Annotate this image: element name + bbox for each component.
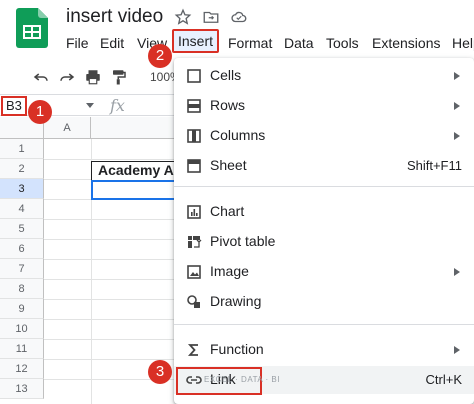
menu-file[interactable]: File [66,33,89,53]
menu-item-function[interactable]: Function [174,336,474,364]
rows-icon [187,99,201,113]
drawing-icon [187,295,200,308]
google-sheets-logo-icon[interactable] [16,8,48,48]
row-header[interactable]: 5 [0,219,44,239]
menu-item-label: Pivot table [210,233,276,249]
row-header[interactable]: 12 [0,359,44,379]
menu-data[interactable]: Data [284,33,314,53]
shortcut-label: Ctrl+K [425,372,462,387]
step-badge-1: 1 [28,100,52,124]
menu-separator [174,324,474,325]
cells-icon [187,69,201,83]
menu-item-cells[interactable]: Cells [174,62,474,90]
step-badge-2: 2 [148,44,172,68]
row-header[interactable]: 6 [0,239,44,259]
menu-item-label: Sheet [210,157,247,173]
menu-item-sheet[interactable]: Sheet Shift+F11 [174,152,474,180]
row-header[interactable]: 10 [0,319,44,339]
row-header[interactable]: 13 [0,379,44,399]
star-icon[interactable] [174,8,192,26]
fx-icon: fx [110,96,125,115]
sigma-icon [187,344,198,356]
menu-item-label: Image [210,263,249,279]
menu-item-label: Cells [210,67,242,83]
row-header[interactable]: 9 [0,299,44,319]
image-icon [187,265,201,279]
document-title[interactable]: insert video [66,6,163,28]
paint-format-icon[interactable] [110,68,128,86]
menu-item-chart[interactable]: Chart [174,198,474,226]
menu-help[interactable]: Help [452,33,474,53]
row-header[interactable]: 4 [0,199,44,219]
row-header[interactable]: 2 [0,159,44,179]
menu-item-columns[interactable]: Columns [174,122,474,150]
menu-item-label: Rows [210,97,246,113]
redo-icon[interactable] [58,68,76,86]
menu-item-label: Columns [210,127,266,143]
menu-item-pivot-table[interactable]: Pivot table [174,228,474,256]
menu-separator [174,186,474,187]
menu-item-image[interactable]: Image [174,258,474,286]
menu-item-label: Chart [210,203,245,219]
menu-item-label: Function [210,341,264,357]
submenu-arrow-icon [454,72,460,80]
insert-menu: Cells Rows Columns Sheet Shift+F11 Chart… [174,58,474,404]
columns-icon [187,129,201,143]
row-header[interactable]: 1 [0,139,44,159]
submenu-arrow-icon [454,102,460,110]
undo-icon[interactable] [32,68,50,86]
submenu-arrow-icon [454,268,460,276]
submenu-arrow-icon [454,346,460,354]
cloud-status-icon[interactable] [230,8,248,26]
row-header[interactable]: 8 [0,279,44,299]
menu-item-label: Drawing [210,293,262,309]
menu-item-drawing[interactable]: Drawing [174,288,474,316]
menu-edit[interactable]: Edit [100,33,124,53]
row-header[interactable]: 7 [0,259,44,279]
print-icon[interactable] [84,68,102,86]
menu-insert[interactable]: Insert [172,29,220,53]
sheet-icon [187,159,201,173]
pivot-table-icon [188,236,202,248]
menu-extensions[interactable]: Extensions [372,33,440,53]
menu-format[interactable]: Format [228,33,272,53]
watermark-text: EXCEL · DATA · BI [204,375,280,384]
column-header-a[interactable]: A [44,117,91,139]
submenu-arrow-icon [454,132,460,140]
name-box[interactable]: B3 [1,96,27,116]
menu-tools[interactable]: Tools [326,33,359,53]
name-box-dropdown-icon[interactable] [84,99,96,111]
chart-icon [187,205,201,219]
move-folder-icon[interactable] [202,8,220,26]
row-header[interactable]: 11 [0,339,44,359]
menu-item-rows[interactable]: Rows [174,92,474,120]
step-badge-3: 3 [148,360,172,384]
row-header-selected[interactable]: 3 [0,179,44,199]
shortcut-label: Shift+F11 [406,158,462,173]
